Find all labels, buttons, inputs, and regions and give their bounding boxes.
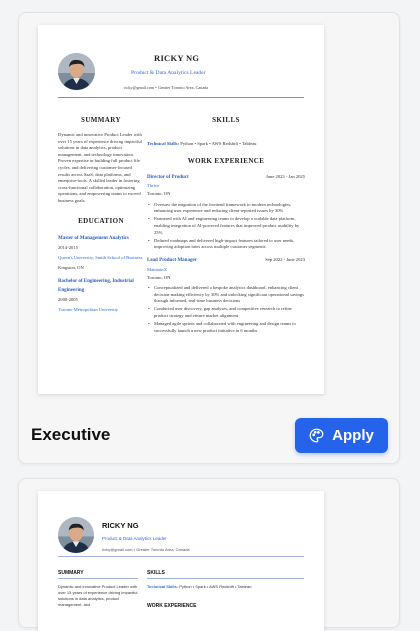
apply-label: Apply (332, 427, 374, 444)
template-card-executive[interactable]: RICKY NG Product & Data Analytics Leader… (18, 12, 400, 464)
job-bullets: Oversaw the migration of the frontend fr… (147, 202, 305, 251)
avatar (58, 517, 94, 553)
skills-label: Technical Skills: (147, 141, 180, 146)
template-name: Executive (31, 425, 111, 444)
apply-button[interactable]: Apply (295, 418, 388, 453)
resume-name: RICKY NG (154, 53, 200, 63)
job-bullet: Conceptualized and delivered a bespoke a… (147, 285, 305, 305)
job-bullets: Conceptualized and delivered a bespoke a… (147, 285, 305, 334)
job-bullet: Conducted user discovery, gap analyses, … (147, 306, 305, 319)
job-entry: Director of Product June 2023 - Jan 2025… (147, 174, 305, 251)
education-school: Queen's University, Smith School of Busi… (58, 254, 143, 260)
skills-heading: SKILLS (147, 570, 165, 576)
skills-line: Technical Skills: Python • Spark • AWS R… (147, 584, 305, 590)
job-dates: June 2023 - Jan 2025 (265, 173, 305, 179)
resume-preview[interactable]: RICKY NG Product & Data Analytics Leader… (38, 491, 324, 631)
skills-text: Python • Spark • AWS Redshift • Tableau (179, 584, 252, 589)
template-card[interactable]: RICKY NG Product & Data Analytics Leader… (18, 478, 400, 631)
education-degree: Bachelor of Engineering, Industrial Engi… (58, 278, 134, 293)
resume-name: RICKY NG (102, 521, 139, 530)
job-company: MaintainX (147, 266, 167, 272)
job-title: Lead Product Manager (147, 257, 197, 263)
left-column: Dynamic and innovative Product Leader wi… (58, 132, 144, 314)
education-heading: EDUCATION (78, 216, 124, 225)
resume-headline: Product & Data Analytics Leader (102, 536, 167, 541)
palette-icon (309, 428, 324, 443)
summary-heading: SUMMARY (81, 116, 121, 124)
resume-contact: ricky@gmail.com • Greater Toronto Area, … (124, 85, 209, 90)
job-bullet: Managed agile sprints and collaborated w… (147, 321, 305, 334)
education-school: Toronto Metropolitan University (58, 306, 119, 312)
education-location: Kingston, ON (58, 264, 84, 270)
experience-heading: WORK EXPERIENCE (187, 156, 265, 165)
job-bullet: Partnered with AI and engineering teams … (147, 216, 305, 236)
job-entry: Lead Product Manager Sep 2022 - June 202… (147, 257, 305, 334)
education-dates: 2014-2015 (58, 244, 78, 250)
job-location: Toronto, ON (147, 274, 171, 280)
summary-divider (58, 578, 138, 579)
skills-divider (147, 578, 304, 579)
avatar (58, 53, 95, 90)
right-column: Technical Skills: Python • Spark • AWS R… (147, 129, 305, 337)
education-degree: Master of Management Analytics (58, 235, 129, 241)
header-divider (58, 556, 304, 557)
job-bullet: Oversaw the migration of the frontend fr… (147, 202, 305, 215)
resume-preview[interactable]: RICKY NG Product & Data Analytics Leader… (38, 25, 324, 394)
resume-headline: Product & Data Analytics Leader (131, 70, 206, 76)
summary-text: Dynamic and innovative Product Leader wi… (58, 132, 142, 203)
skills-line: Technical Skills: Python • Spark • AWS R… (147, 141, 305, 148)
skills-text: Python • Spark • AWS Redshift • Tableau (180, 141, 257, 146)
education-dates: 2000-2005 (58, 296, 78, 302)
summary-heading: SUMMARY (58, 570, 84, 576)
summary-text: Dynamic and innovative Product Leader wi… (58, 584, 138, 607)
job-company: Thrive (147, 183, 160, 189)
job-dates: Sep 2022 - June 2023 (265, 256, 305, 262)
resume-contact: ricky@gmail.com • Greater Toronto Area, … (102, 547, 190, 552)
skills-label: Technical Skills: (147, 584, 179, 589)
job-location: Toronto, ON (147, 191, 171, 197)
experience-heading: WORK EXPERIENCE (147, 603, 197, 609)
job-title: Director of Product (147, 174, 189, 180)
header-divider (58, 97, 304, 98)
skills-heading: SKILLS (212, 116, 240, 124)
job-bullet: Defined roadmaps and delivered high-impa… (147, 238, 305, 251)
